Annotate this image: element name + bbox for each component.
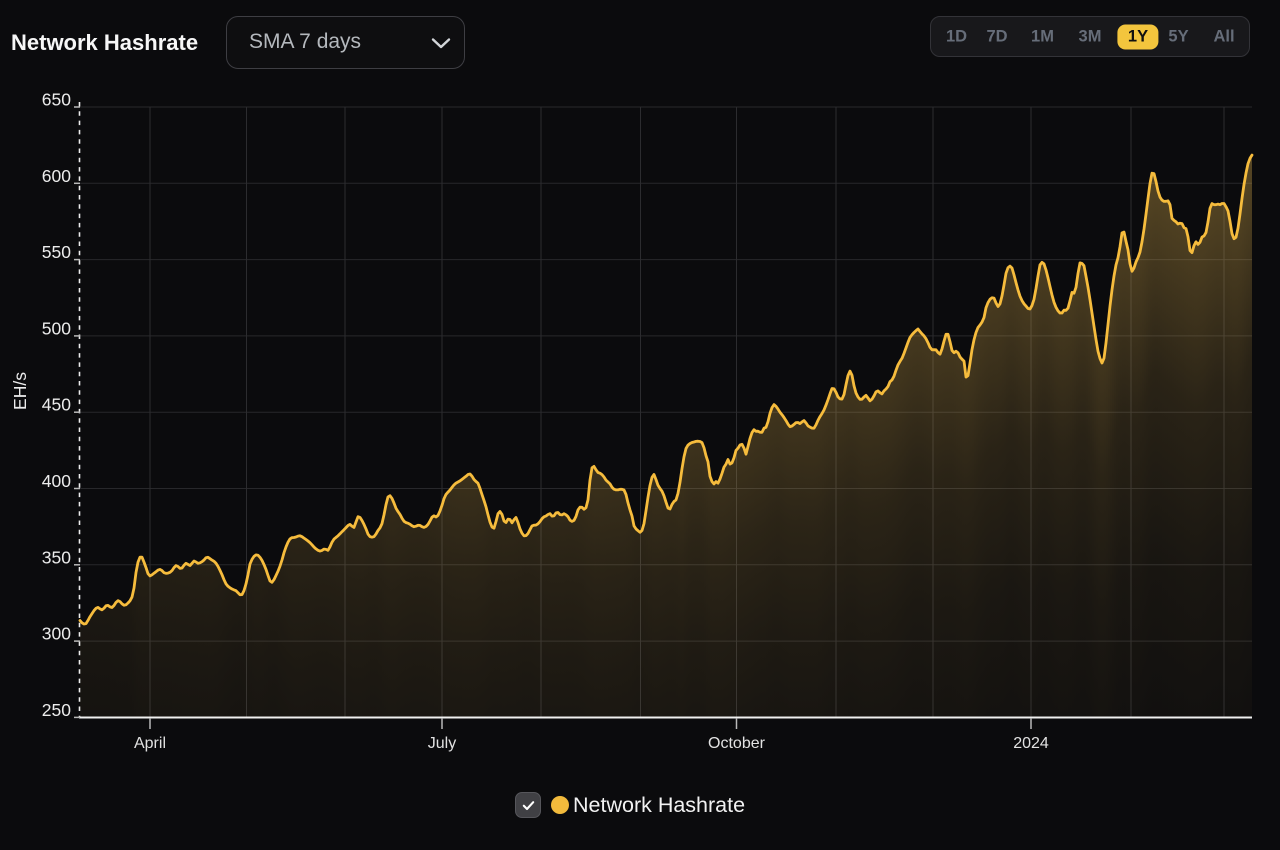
svg-text:October: October bbox=[708, 735, 766, 752]
svg-text:350: 350 bbox=[42, 547, 71, 567]
svg-text:400: 400 bbox=[42, 471, 71, 491]
svg-text:450: 450 bbox=[42, 395, 71, 415]
svg-text:EH/s: EH/s bbox=[10, 372, 30, 410]
svg-text:500: 500 bbox=[42, 318, 71, 338]
svg-text:July: July bbox=[428, 735, 456, 752]
svg-text:550: 550 bbox=[42, 242, 71, 262]
svg-text:600: 600 bbox=[42, 166, 71, 186]
svg-text:300: 300 bbox=[42, 624, 71, 644]
svg-text:2024: 2024 bbox=[1013, 735, 1049, 752]
svg-text:April: April bbox=[134, 735, 166, 752]
svg-text:250: 250 bbox=[42, 700, 71, 720]
svg-text:650: 650 bbox=[42, 90, 71, 110]
